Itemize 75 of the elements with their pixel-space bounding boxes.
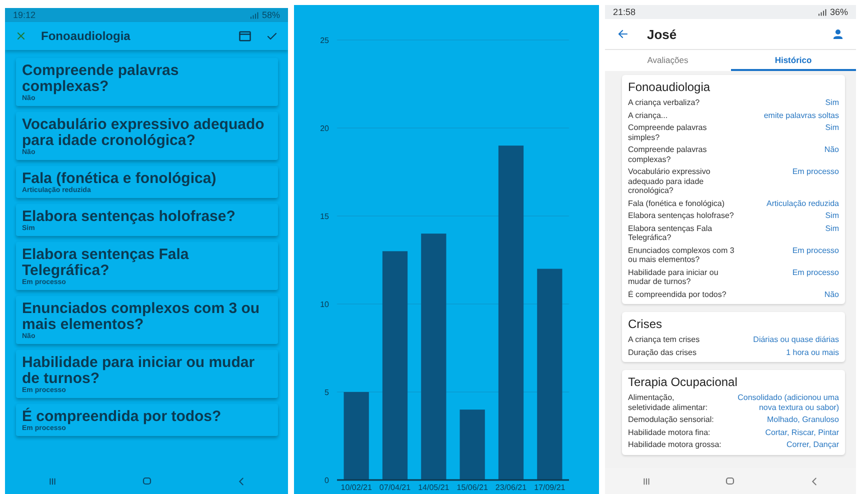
row-label: A criança tem crises: [628, 335, 700, 344]
screen-title: Fonoaudiologia: [41, 29, 132, 43]
row-label: Alimentação, seletividade alimentar:: [628, 393, 709, 412]
row-label: Vocabulário expressivo adequado para idade cronológica?: [628, 167, 712, 196]
row-label: A criança...: [628, 110, 668, 120]
row-label: Elabora sentenças holofrase?: [628, 211, 734, 220]
row-label: Duração das crises: [628, 348, 696, 357]
row-value: Molhado, Granuloso: [766, 415, 839, 424]
bar: [459, 410, 484, 480]
row-value: Em processo: [792, 167, 839, 178]
question-text: Habilidade para iniciar ou mudar de turnos?: [22, 355, 256, 387]
x-tick-label: 23/06/21: [494, 483, 526, 491]
row-value: Cortar, Riscar, Pintar: [765, 428, 839, 437]
screen-title: José: [647, 26, 678, 42]
section-title: Terapia Ocupacional: [628, 375, 738, 389]
y-tick-label: 0: [324, 476, 328, 485]
section-title: Fonoaudiologia: [628, 80, 712, 94]
row-label: A criança verbaliza?: [628, 98, 700, 108]
row-label: Habilidade para iniciar ou mudar de turnos?: [628, 268, 720, 286]
back-arrow-icon[interactable]: [617, 28, 629, 40]
recent-apps-icon[interactable]: [641, 476, 652, 486]
row-value: Em processo: [792, 268, 839, 279]
row-value: Não: [824, 290, 839, 299]
row-label: Habilidade motora fina:: [628, 428, 710, 437]
question-text: Fala (fonética e fonológica): [22, 171, 218, 187]
close-icon[interactable]: [15, 30, 27, 42]
row-value: emite palavras soltas: [764, 110, 839, 120]
home-icon[interactable]: [724, 475, 736, 487]
recent-apps-icon[interactable]: [46, 476, 58, 486]
y-tick-label: 10: [320, 300, 328, 309]
row-value: Correr, Dançar: [786, 440, 839, 450]
signal-icon: [816, 8, 827, 16]
battery-level: 58%: [262, 10, 280, 20]
row-label: Habilidade motora grossa:: [628, 440, 722, 450]
row-value: Em processo: [792, 246, 839, 257]
person-icon[interactable]: [832, 28, 844, 40]
row-value: Sim: [825, 224, 839, 234]
question-text: Vocabulário expressivo adequado para idade cronológica?: [22, 117, 266, 149]
question-text: Elabora sentenças holofrase?: [22, 209, 236, 225]
question-text: Elabora sentenças Fala Telegráfica?: [22, 247, 190, 279]
battery-level: 36%: [830, 7, 848, 17]
row-value: Articulação reduzida: [766, 198, 839, 208]
y-tick-label: 20: [320, 124, 328, 133]
row-label: Enunciados complexos com 3 ou mais elementos?: [628, 246, 736, 264]
row-value: Sim: [825, 211, 839, 220]
row-value: Diárias ou quase diárias: [753, 335, 839, 344]
x-tick-label: 14/05/21: [418, 483, 449, 491]
y-tick-label: 5: [324, 388, 328, 397]
row-label: Elabora sentenças Fala Telegráfica?: [628, 224, 714, 242]
row-value: Consolidado (adicionou uma nova textura ou sabor): [736, 393, 839, 412]
home-icon[interactable]: [140, 475, 152, 487]
section-title: Crises: [628, 317, 664, 331]
row-label: Demodulação sensorial:: [628, 415, 714, 424]
check-icon[interactable]: [266, 30, 278, 42]
calendar-icon[interactable]: [238, 29, 252, 43]
question-text: Enunciados complexos com 3 ou mais elementos?: [22, 301, 261, 333]
x-tick-label: 10/02/21: [340, 483, 372, 491]
y-tick-label: 15: [320, 212, 328, 221]
status-time: 19:12: [13, 10, 36, 20]
y-tick-label: 25: [320, 36, 328, 45]
row-value: Não: [824, 145, 839, 156]
x-tick-label: 07/04/21: [378, 483, 410, 491]
row-label: Compreende palavras simples?: [628, 123, 708, 142]
row-value: 1 hora ou mais: [786, 348, 839, 357]
status-time: 21:58: [613, 7, 636, 17]
row-value: Sim: [825, 123, 839, 134]
question-text: É compreendida por todos?: [22, 409, 222, 425]
question-text: Compreende palavras complexas?: [22, 63, 180, 95]
row-label: Compreende palavras complexas?: [628, 145, 708, 164]
x-tick-label: 17/09/21: [534, 483, 565, 491]
signal-icon: [248, 10, 259, 20]
x-tick-label: 15/06/21: [456, 483, 488, 491]
row-value: Sim: [825, 98, 839, 108]
row-label: Fala (fonética e fonológica): [628, 198, 724, 208]
row-label: É compreendida por todos?: [628, 290, 726, 299]
